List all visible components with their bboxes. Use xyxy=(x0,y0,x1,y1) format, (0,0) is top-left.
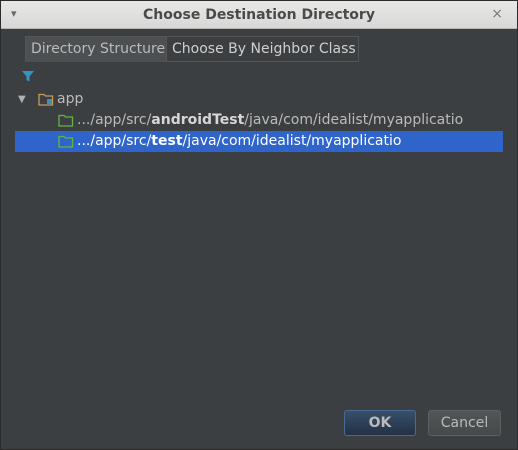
close-icon[interactable]: × xyxy=(491,6,503,22)
choose-destination-directory-dialog: ▾ Choose Destination Directory × Directo… xyxy=(0,0,518,450)
tree-node-test-java[interactable]: .../app/src/test/java/com/idealist/myapp… xyxy=(15,131,503,152)
filter-icon[interactable] xyxy=(21,69,35,83)
tab-directory-structure[interactable]: Directory Structure xyxy=(25,36,167,62)
tree-node-androidtest-java[interactable]: .../app/src/androidTest/java/com/idealis… xyxy=(15,110,503,131)
module-folder-icon xyxy=(38,93,54,106)
dialog-title: Choose Destination Directory xyxy=(143,7,375,23)
tree-node-label: .../app/src/androidTest/java/com/idealis… xyxy=(77,112,464,128)
directory-tree: ▼ app .../app/src/androidTest/java/com/i… xyxy=(15,89,503,152)
tree-node-label: app xyxy=(57,91,84,107)
tree-node-label: .../app/src/test/java/com/idealist/myapp… xyxy=(77,133,402,149)
cancel-button[interactable]: Cancel xyxy=(428,410,501,436)
tab-bar: Directory Structure Choose By Neighbor C… xyxy=(25,36,359,62)
tree-node-app[interactable]: ▼ app xyxy=(15,89,503,110)
title-bar[interactable]: ▾ Choose Destination Directory × xyxy=(1,1,517,29)
source-folder-icon xyxy=(58,114,74,127)
source-folder-icon xyxy=(58,135,74,148)
tab-choose-by-neighbor-class[interactable]: Choose By Neighbor Class xyxy=(167,36,359,62)
ok-button[interactable]: OK xyxy=(344,410,416,436)
expand-arrow-icon[interactable]: ▼ xyxy=(18,89,26,110)
